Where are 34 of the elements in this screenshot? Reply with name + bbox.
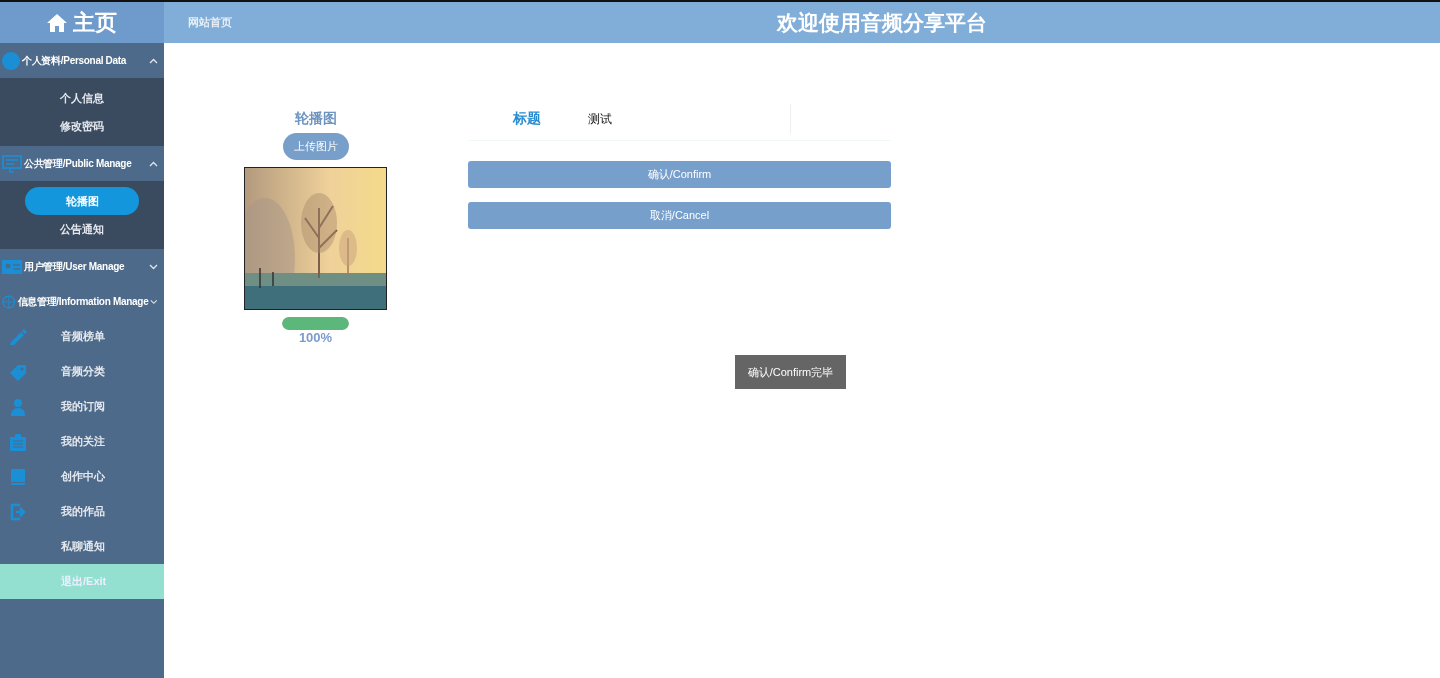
- menu-group[interactable]: 公共管理/Public Manage: [24, 156, 132, 171]
- cancel-button[interactable]: 取消/Cancel: [468, 202, 891, 229]
- confirm-button[interactable]: 确认/Confirm: [468, 161, 891, 188]
- home-icon: [47, 13, 67, 32]
- menu-group[interactable]: 用户管理/User Manage: [24, 259, 125, 274]
- progress-reading: 100%: [298, 330, 333, 345]
- page-title: 欢迎使用音频分享平台: [777, 9, 987, 36]
- submenu-item[interactable]: 修改密码: [25, 112, 139, 140]
- title-field[interactable]: 测试: [586, 104, 791, 134]
- menu-group[interactable]: 个人资料/Personal Data: [22, 53, 127, 68]
- menu-item[interactable]: 私聊通知: [61, 539, 105, 554]
- toast-message: 确认/Confirm完毕: [735, 355, 846, 389]
- pencil-icon: [8, 326, 28, 347]
- globe-icon: [2, 293, 16, 310]
- menu-item[interactable]: 我的作品: [61, 504, 105, 519]
- section-label: 轮播图: [294, 110, 337, 128]
- clipboard-icon: [8, 431, 28, 452]
- upload-button[interactable]: 上传图片: [282, 133, 349, 160]
- logout-icon: [8, 501, 28, 522]
- field-label: 标题: [512, 110, 542, 128]
- menu-item[interactable]: 音频榜单: [61, 329, 105, 344]
- home-link[interactable]: 主页: [73, 7, 117, 38]
- submenu-item[interactable]: 公告通知: [25, 215, 139, 243]
- menu-group[interactable]: 信息管理/Information Manage: [17, 294, 149, 309]
- menu-item[interactable]: 创作中心: [61, 469, 105, 484]
- people-icon: [8, 396, 28, 417]
- user-circle-icon: [2, 51, 20, 70]
- menu-item[interactable]: 我的关注: [61, 434, 105, 449]
- submenu-item[interactable]: 个人信息: [25, 84, 139, 112]
- menu-item[interactable]: 我的订阅: [61, 399, 105, 414]
- submenu-item[interactable]: 轮播图: [25, 187, 139, 215]
- monitor-icon: [2, 154, 22, 173]
- book-icon: [8, 466, 28, 487]
- menu-item[interactable]: 音频分类: [61, 364, 105, 379]
